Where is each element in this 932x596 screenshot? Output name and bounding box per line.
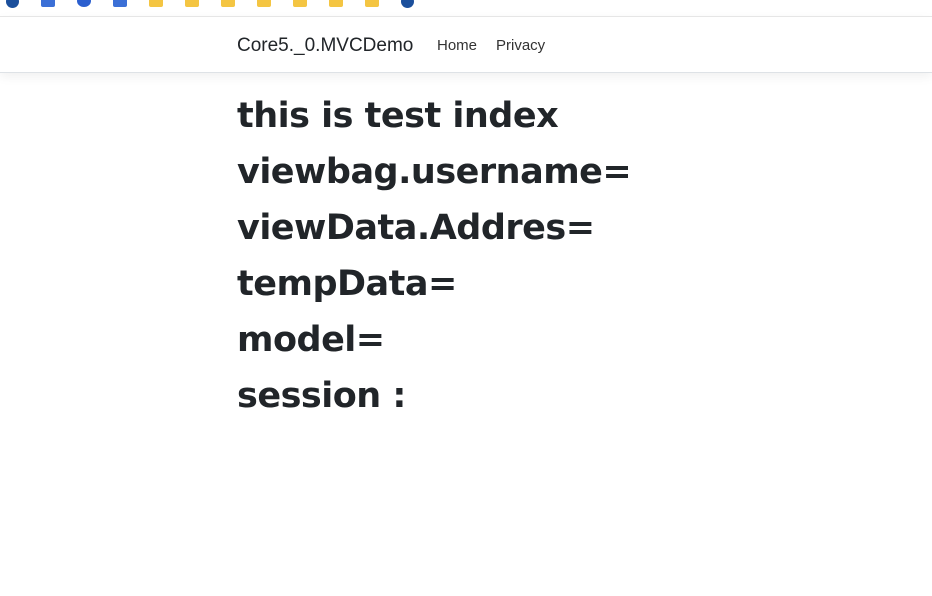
nav-link-home[interactable]: Home	[437, 37, 477, 54]
navbar: Core5._0.MVCDemo Home Privacy	[0, 16, 932, 73]
bookmarks-row	[0, 0, 430, 11]
bookmarks-bar	[0, 0, 932, 16]
bookmark-folder[interactable]	[293, 0, 313, 11]
heading-viewbag-username: viewbag.username=	[237, 152, 632, 192]
bookmark-folder[interactable]	[365, 0, 385, 11]
heading-session: session :	[237, 376, 406, 416]
baidu-icon	[77, 0, 91, 7]
main-content: this is test index viewbag.username= vie…	[237, 88, 837, 424]
brand-link[interactable]: Core5._0.MVCDemo	[237, 35, 413, 57]
bookmark-folder[interactable]	[257, 0, 277, 11]
folder-icon	[185, 0, 199, 7]
bookmark-folder[interactable]	[329, 0, 349, 11]
translate-icon	[41, 0, 55, 7]
folder-icon	[221, 0, 235, 7]
globe-icon	[401, 0, 414, 8]
heading-viewdata-address: viewData.Addres=	[237, 208, 595, 248]
bookmark-item[interactable]	[41, 0, 61, 11]
bookmark-item[interactable]	[6, 0, 25, 11]
folder-icon	[293, 0, 307, 7]
folder-icon	[365, 0, 379, 7]
folder-icon	[149, 0, 163, 7]
heading-tempdata: tempData=	[237, 264, 457, 304]
bookmark-folder[interactable]	[185, 0, 205, 11]
heading-test-index: this is test index	[237, 96, 559, 136]
bookmark-item[interactable]	[401, 0, 420, 11]
bookmark-folder[interactable]	[221, 0, 241, 11]
nav-link-privacy[interactable]: Privacy	[496, 37, 545, 54]
folder-icon	[257, 0, 271, 7]
bookmark-item[interactable]	[113, 0, 133, 11]
bookmark-folder[interactable]	[149, 0, 169, 11]
cloud-icon	[113, 0, 127, 7]
globe-icon	[6, 0, 19, 8]
folder-icon	[329, 0, 343, 7]
heading-model: model=	[237, 320, 385, 360]
bookmark-item[interactable]	[77, 0, 97, 11]
